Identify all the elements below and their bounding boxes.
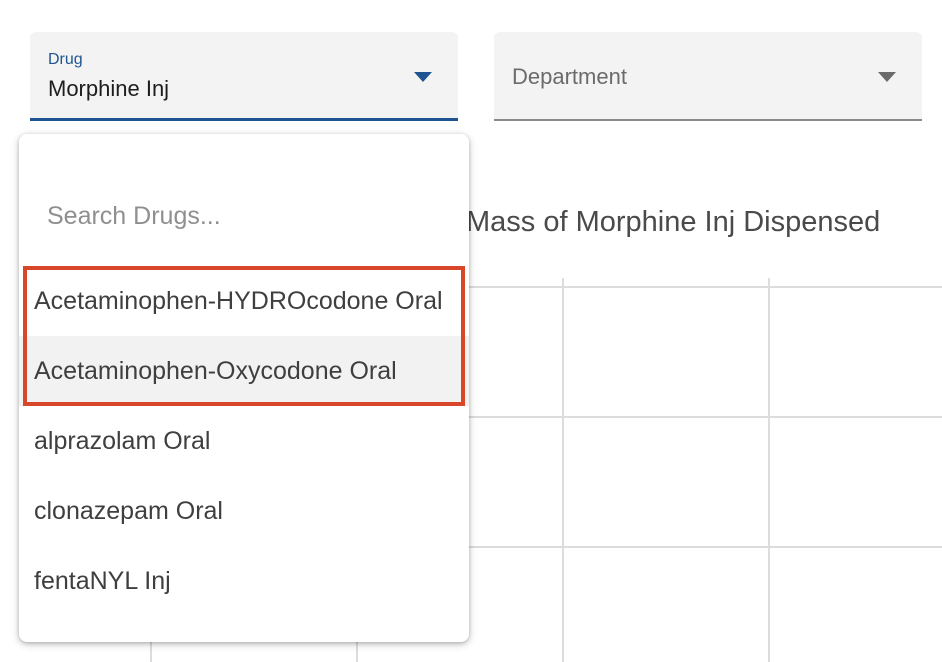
chart-gridline — [768, 278, 770, 662]
chart-title: Mass of Morphine Inj Dispensed — [466, 206, 881, 238]
drug-dropdown-menu: Acetaminophen-HYDROcodone Oral Acetamino… — [19, 134, 469, 642]
dropdown-option[interactable]: fentaNYL Inj — [19, 546, 469, 616]
search-drugs-input[interactable] — [47, 196, 447, 236]
drug-select-label: Drug — [48, 51, 83, 68]
drug-select-value: Morphine Inj — [48, 76, 170, 101]
department-select[interactable]: Department — [494, 32, 922, 121]
dropdown-option[interactable]: Acetaminophen-Oxycodone Oral — [19, 336, 469, 406]
chart-gridline — [562, 278, 564, 662]
department-select-placeholder: Department — [512, 64, 627, 89]
caret-down-icon[interactable] — [878, 72, 896, 82]
page: Drug Morphine Inj Department Mass of Mor… — [0, 0, 942, 662]
dropdown-option[interactable]: clonazepam Oral — [19, 476, 469, 546]
dropdown-option[interactable]: Acetaminophen-HYDROcodone Oral — [19, 266, 469, 336]
dropdown-option[interactable]: alprazolam Oral — [19, 406, 469, 476]
caret-down-icon[interactable] — [414, 72, 432, 82]
drug-select[interactable]: Drug Morphine Inj — [30, 32, 458, 121]
